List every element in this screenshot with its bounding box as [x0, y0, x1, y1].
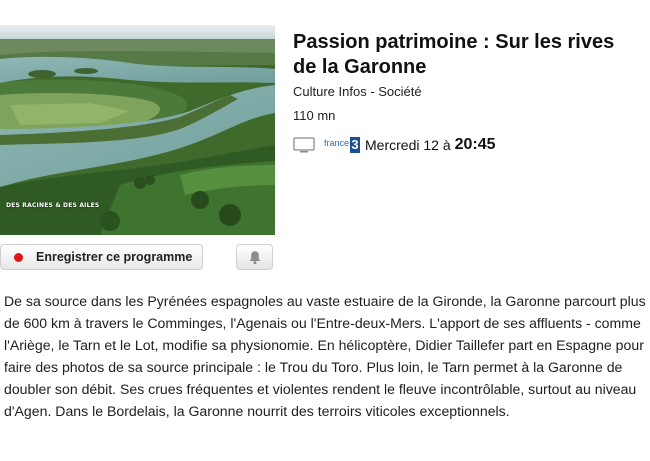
- broadcast-time: 20:45: [454, 136, 496, 153]
- channel-number: 3: [350, 137, 361, 153]
- program-category: Culture Infos - Société: [293, 84, 422, 99]
- broadcast-info: france 3 Mercredi 12 à 20:45: [293, 135, 643, 155]
- program-thumbnail: DES RACINES & DES AILES: [0, 25, 275, 235]
- channel-name: france: [324, 138, 350, 148]
- program-description: De sa source dans les Pyrénées espagnole…: [4, 293, 646, 419]
- channel-logo: france 3: [324, 137, 361, 153]
- record-dot-icon: [14, 252, 23, 262]
- reminder-button[interactable]: [236, 244, 273, 270]
- bell-icon: [249, 250, 260, 264]
- record-button-label: Enregistrer ce programme: [36, 250, 193, 264]
- program-duration: 110 mn: [293, 108, 336, 123]
- tv-icon: [293, 137, 315, 153]
- program-title: Passion patrimoine : Sur les rives de la…: [293, 31, 615, 78]
- program-detail-page: DES RACINES & DES AILES Passion patrimoi…: [0, 0, 650, 461]
- broadcast-date: Mercredi 12 à: [365, 137, 451, 153]
- record-program-button[interactable]: Enregistrer ce programme: [0, 244, 203, 270]
- program-info: Passion patrimoine : Sur les rives de la…: [293, 30, 643, 155]
- thumbnail-watermark: DES RACINES & DES AILES: [6, 202, 100, 209]
